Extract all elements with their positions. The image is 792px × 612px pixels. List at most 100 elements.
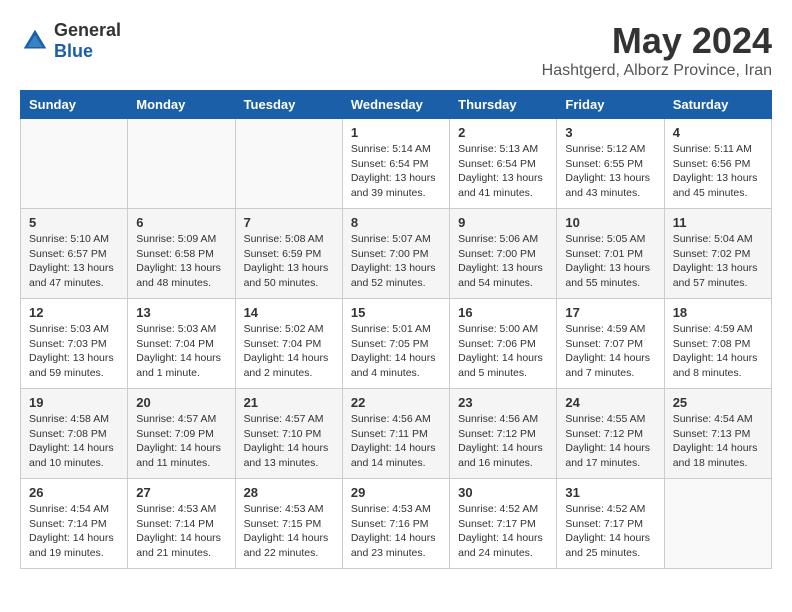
calendar-cell: 16 Sunrise: 5:00 AM Sunset: 7:06 PM Dayli… bbox=[450, 299, 557, 389]
day-number: 28 bbox=[244, 485, 334, 500]
day-number: 3 bbox=[565, 125, 655, 140]
day-number: 6 bbox=[136, 215, 226, 230]
day-number: 15 bbox=[351, 305, 441, 320]
calendar-cell: 3 Sunrise: 5:12 AM Sunset: 6:55 PM Daylig… bbox=[557, 119, 664, 209]
day-number: 7 bbox=[244, 215, 334, 230]
calendar-table: SundayMondayTuesdayWednesdayThursdayFrid… bbox=[20, 90, 772, 569]
day-content: Sunrise: 5:03 AM Sunset: 7:04 PM Dayligh… bbox=[136, 322, 226, 381]
day-content: Sunrise: 4:56 AM Sunset: 7:11 PM Dayligh… bbox=[351, 412, 441, 471]
day-content: Sunrise: 4:56 AM Sunset: 7:12 PM Dayligh… bbox=[458, 412, 548, 471]
day-number: 19 bbox=[29, 395, 119, 410]
title-block: May 2024 Hashtgerd, Alborz Province, Ira… bbox=[542, 20, 772, 80]
day-number: 31 bbox=[565, 485, 655, 500]
day-of-week-header: Monday bbox=[128, 91, 235, 119]
calendar-cell: 11 Sunrise: 5:04 AM Sunset: 7:02 PM Dayli… bbox=[664, 209, 771, 299]
day-content: Sunrise: 5:13 AM Sunset: 6:54 PM Dayligh… bbox=[458, 142, 548, 201]
day-content: Sunrise: 5:14 AM Sunset: 6:54 PM Dayligh… bbox=[351, 142, 441, 201]
day-content: Sunrise: 4:52 AM Sunset: 7:17 PM Dayligh… bbox=[565, 502, 655, 561]
day-content: Sunrise: 5:10 AM Sunset: 6:57 PM Dayligh… bbox=[29, 232, 119, 291]
day-content: Sunrise: 5:03 AM Sunset: 7:03 PM Dayligh… bbox=[29, 322, 119, 381]
calendar-cell: 26 Sunrise: 4:54 AM Sunset: 7:14 PM Dayli… bbox=[21, 479, 128, 569]
day-number: 20 bbox=[136, 395, 226, 410]
month-year: May 2024 bbox=[542, 20, 772, 62]
calendar-cell: 7 Sunrise: 5:08 AM Sunset: 6:59 PM Daylig… bbox=[235, 209, 342, 299]
day-of-week-header: Tuesday bbox=[235, 91, 342, 119]
day-of-week-header: Thursday bbox=[450, 91, 557, 119]
logo: General Blue bbox=[20, 20, 121, 62]
calendar-cell bbox=[235, 119, 342, 209]
day-content: Sunrise: 5:05 AM Sunset: 7:01 PM Dayligh… bbox=[565, 232, 655, 291]
day-content: Sunrise: 4:57 AM Sunset: 7:09 PM Dayligh… bbox=[136, 412, 226, 471]
day-content: Sunrise: 4:59 AM Sunset: 7:08 PM Dayligh… bbox=[673, 322, 763, 381]
day-number: 11 bbox=[673, 215, 763, 230]
day-of-week-header: Wednesday bbox=[342, 91, 449, 119]
calendar-cell bbox=[21, 119, 128, 209]
logo-icon bbox=[20, 26, 50, 56]
day-number: 27 bbox=[136, 485, 226, 500]
day-content: Sunrise: 4:54 AM Sunset: 7:14 PM Dayligh… bbox=[29, 502, 119, 561]
day-content: Sunrise: 4:57 AM Sunset: 7:10 PM Dayligh… bbox=[244, 412, 334, 471]
calendar-week-row: 12Sunrise: 5:03 AM Sunset: 7:03 PM Dayli… bbox=[21, 299, 772, 389]
day-number: 8 bbox=[351, 215, 441, 230]
day-number: 23 bbox=[458, 395, 548, 410]
day-content: Sunrise: 5:04 AM Sunset: 7:02 PM Dayligh… bbox=[673, 232, 763, 291]
day-number: 29 bbox=[351, 485, 441, 500]
day-number: 9 bbox=[458, 215, 548, 230]
day-number: 18 bbox=[673, 305, 763, 320]
day-content: Sunrise: 5:06 AM Sunset: 7:00 PM Dayligh… bbox=[458, 232, 548, 291]
calendar-cell: 19Sunrise: 4:58 AM Sunset: 7:08 PM Dayli… bbox=[21, 389, 128, 479]
location: Hashtgerd, Alborz Province, Iran bbox=[542, 62, 772, 80]
calendar-cell: 17 Sunrise: 4:59 AM Sunset: 7:07 PM Dayli… bbox=[557, 299, 664, 389]
calendar-cell: 9 Sunrise: 5:06 AM Sunset: 7:00 PM Daylig… bbox=[450, 209, 557, 299]
day-of-week-header: Sunday bbox=[21, 91, 128, 119]
day-content: Sunrise: 4:54 AM Sunset: 7:13 PM Dayligh… bbox=[673, 412, 763, 471]
calendar-cell: 30 Sunrise: 4:52 AM Sunset: 7:17 PM Dayli… bbox=[450, 479, 557, 569]
day-of-week-header: Saturday bbox=[664, 91, 771, 119]
day-number: 16 bbox=[458, 305, 548, 320]
calendar-cell: 22Sunrise: 4:56 AM Sunset: 7:11 PM Dayli… bbox=[342, 389, 449, 479]
calendar-cell: 8 Sunrise: 5:07 AM Sunset: 7:00 PM Daylig… bbox=[342, 209, 449, 299]
day-content: Sunrise: 4:55 AM Sunset: 7:12 PM Dayligh… bbox=[565, 412, 655, 471]
calendar-cell: 18 Sunrise: 4:59 AM Sunset: 7:08 PM Dayli… bbox=[664, 299, 771, 389]
calendar-cell: 21 Sunrise: 4:57 AM Sunset: 7:10 PM Dayli… bbox=[235, 389, 342, 479]
day-number: 5 bbox=[29, 215, 119, 230]
day-content: Sunrise: 5:11 AM Sunset: 6:56 PM Dayligh… bbox=[673, 142, 763, 201]
calendar-cell: 1Sunrise: 5:14 AM Sunset: 6:54 PM Daylig… bbox=[342, 119, 449, 209]
day-number: 4 bbox=[673, 125, 763, 140]
calendar-cell: 13Sunrise: 5:03 AM Sunset: 7:04 PM Dayli… bbox=[128, 299, 235, 389]
calendar-cell: 2Sunrise: 5:13 AM Sunset: 6:54 PM Daylig… bbox=[450, 119, 557, 209]
day-content: Sunrise: 5:08 AM Sunset: 6:59 PM Dayligh… bbox=[244, 232, 334, 291]
calendar-week-row: 26 Sunrise: 4:54 AM Sunset: 7:14 PM Dayli… bbox=[21, 479, 772, 569]
calendar-cell bbox=[128, 119, 235, 209]
calendar-cell: 6 Sunrise: 5:09 AM Sunset: 6:58 PM Daylig… bbox=[128, 209, 235, 299]
day-number: 10 bbox=[565, 215, 655, 230]
logo-general-text: General bbox=[54, 20, 121, 40]
day-number: 14 bbox=[244, 305, 334, 320]
calendar-body: 1Sunrise: 5:14 AM Sunset: 6:54 PM Daylig… bbox=[21, 119, 772, 569]
day-content: Sunrise: 4:53 AM Sunset: 7:15 PM Dayligh… bbox=[244, 502, 334, 561]
day-number: 17 bbox=[565, 305, 655, 320]
day-content: Sunrise: 5:07 AM Sunset: 7:00 PM Dayligh… bbox=[351, 232, 441, 291]
calendar-week-row: 5 Sunrise: 5:10 AM Sunset: 6:57 PM Daylig… bbox=[21, 209, 772, 299]
day-number: 30 bbox=[458, 485, 548, 500]
day-number: 26 bbox=[29, 485, 119, 500]
day-number: 25 bbox=[673, 395, 763, 410]
day-content: Sunrise: 4:59 AM Sunset: 7:07 PM Dayligh… bbox=[565, 322, 655, 381]
logo-blue-text: Blue bbox=[54, 41, 93, 61]
calendar-cell: 28 Sunrise: 4:53 AM Sunset: 7:15 PM Dayli… bbox=[235, 479, 342, 569]
day-content: Sunrise: 5:09 AM Sunset: 6:58 PM Dayligh… bbox=[136, 232, 226, 291]
calendar-cell: 12Sunrise: 5:03 AM Sunset: 7:03 PM Dayli… bbox=[21, 299, 128, 389]
day-content: Sunrise: 4:53 AM Sunset: 7:16 PM Dayligh… bbox=[351, 502, 441, 561]
calendar-header: SundayMondayTuesdayWednesdayThursdayFrid… bbox=[21, 91, 772, 119]
calendar-week-row: 1Sunrise: 5:14 AM Sunset: 6:54 PM Daylig… bbox=[21, 119, 772, 209]
day-content: Sunrise: 4:53 AM Sunset: 7:14 PM Dayligh… bbox=[136, 502, 226, 561]
day-content: Sunrise: 5:00 AM Sunset: 7:06 PM Dayligh… bbox=[458, 322, 548, 381]
calendar-cell: 23 Sunrise: 4:56 AM Sunset: 7:12 PM Dayli… bbox=[450, 389, 557, 479]
calendar-cell: 10 Sunrise: 5:05 AM Sunset: 7:01 PM Dayli… bbox=[557, 209, 664, 299]
day-content: Sunrise: 5:12 AM Sunset: 6:55 PM Dayligh… bbox=[565, 142, 655, 201]
calendar-cell: 27 Sunrise: 4:53 AM Sunset: 7:14 PM Dayli… bbox=[128, 479, 235, 569]
day-content: Sunrise: 4:52 AM Sunset: 7:17 PM Dayligh… bbox=[458, 502, 548, 561]
day-content: Sunrise: 5:01 AM Sunset: 7:05 PM Dayligh… bbox=[351, 322, 441, 381]
day-number: 21 bbox=[244, 395, 334, 410]
calendar-cell: 25 Sunrise: 4:54 AM Sunset: 7:13 PM Dayli… bbox=[664, 389, 771, 479]
